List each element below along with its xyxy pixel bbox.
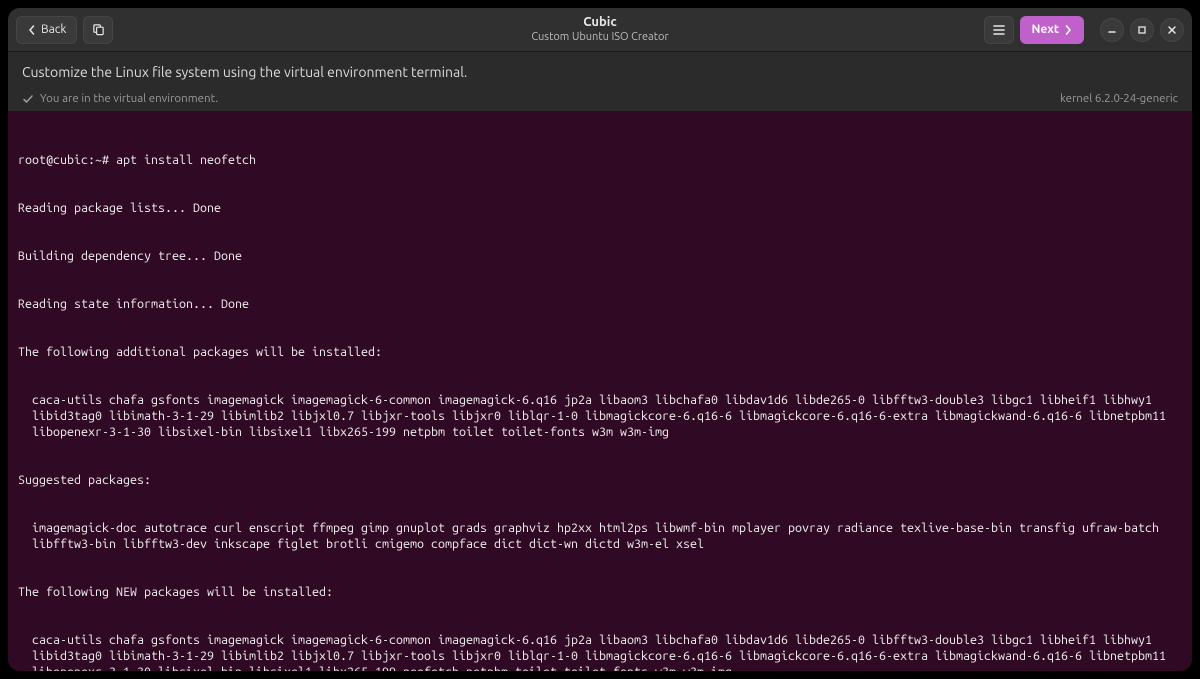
terminal-line: Reading state information... Done [18, 296, 1182, 312]
terminal-line: The following NEW packages will be insta… [18, 584, 1182, 600]
environment-status-bar: You are in the virtual environment. kern… [8, 88, 1192, 112]
terminal-new-packages: caca-utils chafa gsfonts imagemagick ima… [18, 632, 1182, 671]
next-button[interactable]: Next [1020, 16, 1084, 44]
window-minimize-button[interactable] [1100, 18, 1124, 42]
page-instruction: Customize the Linux file system using th… [8, 52, 1192, 88]
terminal-line: Reading package lists... Done [18, 200, 1182, 216]
terminal[interactable]: root@cubic:~# apt install neofetch Readi… [8, 112, 1192, 671]
copy-button[interactable] [83, 16, 113, 44]
terminal-line: Building dependency tree... Done [18, 248, 1182, 264]
terminal-line: The following additional packages will b… [18, 344, 1182, 360]
copy-icon [92, 23, 105, 36]
minimize-icon [1107, 25, 1117, 35]
terminal-additional-packages: caca-utils chafa gsfonts imagemagick ima… [18, 392, 1182, 440]
chevron-left-icon [27, 25, 37, 35]
window-close-button[interactable] [1160, 18, 1184, 42]
next-button-label: Next [1031, 23, 1059, 36]
maximize-icon [1137, 25, 1147, 35]
terminal-prompt: root@cubic:~# apt install neofetch [18, 152, 1182, 168]
chevron-right-icon [1063, 25, 1073, 35]
terminal-line: Suggested packages: [18, 472, 1182, 488]
kernel-version: kernel 6.2.0-24-generic [1060, 92, 1178, 105]
back-button[interactable]: Back [16, 16, 77, 44]
hamburger-icon [992, 24, 1006, 36]
environment-status-text: You are in the virtual environment. [40, 92, 218, 105]
terminal-suggested-packages: imagemagick-doc autotrace curl enscript … [18, 520, 1182, 552]
window-maximize-button[interactable] [1130, 18, 1154, 42]
back-button-label: Back [41, 23, 66, 36]
close-icon [1167, 25, 1177, 35]
check-icon [22, 93, 34, 105]
titlebar: Back Cubic Custom Ubuntu ISO Creator [8, 8, 1192, 52]
app-window: Back Cubic Custom Ubuntu ISO Creator [8, 8, 1192, 671]
hamburger-menu-button[interactable] [984, 16, 1014, 44]
